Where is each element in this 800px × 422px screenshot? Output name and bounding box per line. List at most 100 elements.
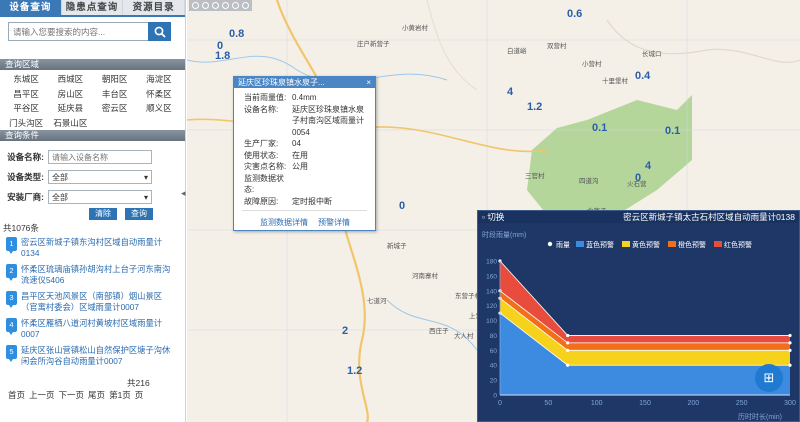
popup-row: 设备名称: 延庆区珍珠泉镇水泉子村南沟区域雨量计0054 [244,104,369,139]
district-item[interactable]: 丰台区 [93,87,137,102]
district-item[interactable]: 西城区 [48,72,92,87]
district-item[interactable]: 昌平区 [4,87,48,102]
tab-hazard-query[interactable]: 隐患点查询 [62,0,124,15]
rain-gauge-marker[interactable]: 4 [645,160,651,172]
rain-gauge-marker[interactable]: 1.2 [347,365,362,377]
pager-total: 共216 [127,378,150,388]
popup-divider [242,210,367,211]
map-place-label: 白道峪 [507,48,527,55]
popup-row: 灾害点名称: 公用 [244,161,369,173]
y-tick-label: 160 [486,273,497,280]
pager-next[interactable]: 下一页 [59,389,85,401]
list-item[interactable]: 5 延庆区张山营镇松山自然保护区塘子沟休闲会所沟谷自动雨量计0007 [6,345,176,367]
collapse-panel-icon[interactable]: ◂ [181,188,186,199]
measure-icon[interactable] [222,2,229,9]
warning-detail-link[interactable]: 预警详情 [318,217,350,228]
popup-row-key: 生产厂家: [244,139,279,148]
tab-bar: 设备查询 隐患点查询 资源目录 [0,0,186,17]
map-pin-icon: 3 [6,291,17,308]
rain-gauge-marker[interactable]: 0 [217,40,223,52]
tab-resource-catalog[interactable]: 资源目录 [123,0,186,15]
search-row [0,17,185,59]
close-icon[interactable]: × [366,77,371,88]
list-item[interactable]: 1 密云区新城子镇东沟村区域自动雨量计0134 [6,237,176,259]
popup-row: 故障原因: 定时报中断 [244,196,369,208]
district-item[interactable]: 顺义区 [137,101,181,116]
rain-gauge-marker[interactable]: 0.8 [229,28,244,40]
device-type-row: 设备类型: 全部 ▾ [0,167,185,187]
zoom-in-icon[interactable] [192,2,199,9]
list-item[interactable]: 2 怀柔区琉璃庙镇孙胡沟村上台子河东南沟流速仪5406 [6,264,176,286]
popup-row-value [292,173,369,196]
legend-label: 黄色预警 [632,240,660,249]
pan-icon[interactable] [212,2,219,9]
tab-device-query[interactable]: 设备查询 [0,0,62,15]
legend-marker [547,241,553,247]
district-item[interactable]: 海淀区 [137,72,181,87]
pager-go[interactable]: 页 [135,389,144,401]
fullscreen-icon[interactable] [242,2,249,9]
rain-gauge-marker[interactable]: 1.2 [527,101,542,113]
map-toolbar [189,0,252,11]
district-item[interactable]: 平谷区 [4,101,48,116]
map-place-label: 十里堡村 [602,78,628,85]
list-item-text[interactable]: 怀柔区雁栖八道河村黄坡村区域雨量计0007 [21,318,176,340]
district-item[interactable]: 东城区 [4,72,48,87]
district-item[interactable]: 石景山区 [48,116,92,131]
list-item-text[interactable]: 延庆区张山营镇松山自然保护区塘子沟休闲会所沟谷自动雨量计0007 [21,345,176,367]
list-item-text[interactable]: 密云区新城子镇东沟村区域自动雨量计0134 [21,237,176,259]
district-item[interactable]: 房山区 [48,87,92,102]
district-item[interactable]: 密云区 [93,101,137,116]
rain-gauge-marker[interactable]: 0.4 [635,70,650,82]
rain-gauge-marker[interactable]: 0.1 [592,122,607,134]
map-place-label: 长城口 [642,51,662,58]
district-item[interactable]: 延庆县 [48,101,92,116]
chevron-down-icon: ▾ [143,192,148,202]
pager-prev[interactable]: 上一页 [29,389,55,401]
pager-first[interactable]: 首页 [8,389,25,401]
result-list: 1 密云区新城子镇东沟村区域自动雨量计0134 2 怀柔区琉璃庙镇孙胡沟村上台子河东南… [6,237,176,372]
y-tick-label: 60 [490,348,498,355]
list-item-text[interactable]: 昌平区天池风景区（南部镇）烟山景区（官寓村委会）区域雨量计0007 [21,291,176,313]
rain-gauge-marker[interactable]: 0.1 [665,125,680,137]
legend-label: 雨量 [556,241,570,249]
device-type-label: 设备类型: [7,172,44,182]
list-item-text[interactable]: 怀柔区琉璃庙镇孙胡沟村上台子河东南沟流速仪5406 [21,264,176,286]
device-name-input[interactable] [48,150,152,164]
chevron-down-icon: ▾ [143,172,148,182]
y-tick-label: 120 [486,303,497,310]
series-point [788,341,792,345]
popup-row-value: 0.4mm [292,93,317,102]
layer-icon[interactable] [232,2,239,9]
district-item[interactable]: 怀柔区 [137,87,181,102]
rain-gauge-marker[interactable]: 0 [635,172,641,184]
popup-row-value: 定时报中断 [292,196,332,206]
switch-button[interactable]: ▫ 切换 [482,211,504,223]
monitor-detail-link[interactable]: 监测数据详情 [260,217,308,228]
pager-last[interactable]: 尾页 [88,389,105,401]
district-item[interactable]: 朝阳区 [93,72,137,87]
district-item[interactable]: 门头沟区 [4,116,48,131]
rain-gauge-marker[interactable]: 0.6 [567,8,582,20]
legend-label: 橙色预警 [678,240,706,249]
query-button[interactable]: 查询 [125,208,153,220]
series-point [566,333,570,338]
zoom-out-icon[interactable] [202,2,209,9]
x-axis-label: 历时时长(min) [738,412,782,421]
install-select[interactable]: 全部 ▾ [48,190,152,204]
x-tick-label: 100 [591,400,603,407]
popup-row-key: 设备名称: [244,104,279,114]
rain-gauge-marker[interactable]: 4 [507,86,513,98]
list-item[interactable]: 4 怀柔区雁栖八道河村黄坡村区域雨量计0007 [6,318,176,340]
device-type-select[interactable]: 全部 ▾ [48,170,152,184]
grid-icon[interactable]: ⊞ [755,364,783,392]
list-item[interactable]: 3 昌平区天池风景区（南部镇）烟山景区（官寓村委会）区域雨量计0007 [6,291,176,313]
clear-button[interactable]: 清除 [89,208,117,220]
legend-label: 红色预警 [724,240,752,249]
search-input[interactable] [8,22,148,41]
rain-gauge-marker[interactable]: 2 [342,325,348,337]
legend-marker [576,241,584,247]
pager-current: 第1页 [109,390,131,400]
rain-gauge-marker[interactable]: 0 [399,200,405,212]
search-button[interactable] [148,22,171,41]
